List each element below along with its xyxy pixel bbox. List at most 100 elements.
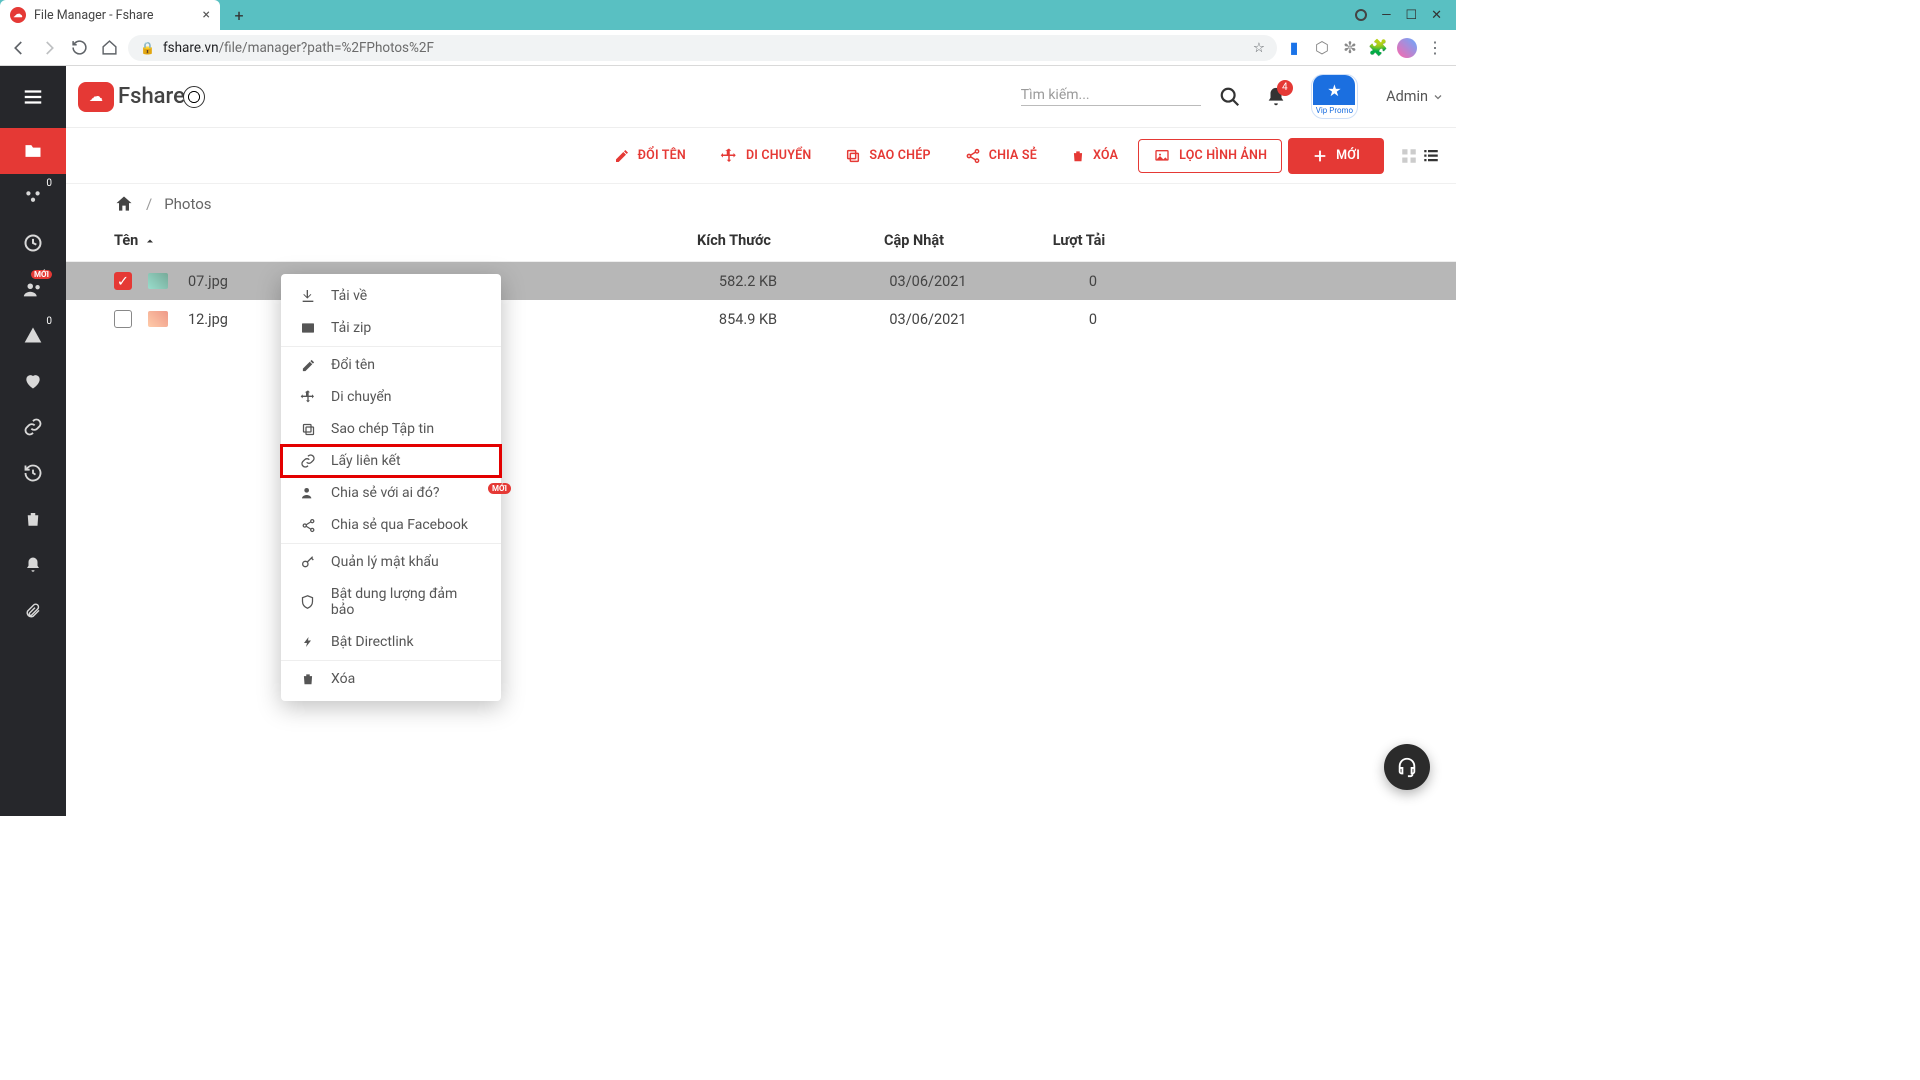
- support-fab[interactable]: [1384, 744, 1430, 790]
- browser-toolbar: 🔒 fshare.vn/file/manager?path=%2FPhotos%…: [0, 30, 1456, 66]
- extension-icons: ▮ ⬡ ✼ 🧩 ⋮: [1285, 38, 1448, 58]
- sidebar-item-history[interactable]: [0, 450, 66, 496]
- menu-hamburger-icon[interactable]: [0, 66, 66, 128]
- ctx-separator: [281, 346, 501, 347]
- sidebar-item-warning[interactable]: 0: [0, 312, 66, 358]
- ctx-share-facebook[interactable]: Chia sẻ qua Facebook: [281, 509, 501, 541]
- context-menu: Tải về Tải zip Đổi tên Di chuyển Sao ché…: [281, 274, 501, 701]
- headset-icon: [1396, 756, 1418, 778]
- extensions-puzzle-icon[interactable]: 🧩: [1369, 39, 1387, 57]
- ctx-share-with[interactable]: Chia sẻ với ai đó?MỚI: [281, 477, 501, 509]
- tab-close-icon[interactable]: ×: [203, 7, 210, 23]
- column-header-name[interactable]: Tên: [114, 232, 644, 249]
- trash-icon: [299, 671, 317, 687]
- logo-ball-icon: [183, 86, 205, 108]
- user-menu[interactable]: Admin: [1386, 88, 1444, 105]
- link-icon: [299, 453, 317, 469]
- share-button[interactable]: CHIA SẺ: [951, 140, 1051, 172]
- search-input[interactable]: [1021, 87, 1201, 103]
- grid-view-icon[interactable]: [1400, 147, 1418, 165]
- new-tab-button[interactable]: +: [226, 2, 252, 28]
- window-maximize-icon[interactable]: ☐: [1405, 8, 1417, 23]
- key-icon: [299, 554, 317, 570]
- search-icon[interactable]: [1219, 86, 1241, 108]
- file-thumbnail-icon: [148, 273, 168, 289]
- ctx-copy[interactable]: Sao chép Tập tin: [281, 413, 501, 445]
- row-checkbox[interactable]: [114, 310, 132, 328]
- filter-images-button[interactable]: LỌC HÌNH ẢNH: [1138, 139, 1282, 173]
- chevron-down-icon: [1432, 91, 1444, 103]
- person-add-icon: [299, 485, 317, 501]
- ctx-guaranteed-storage[interactable]: Bật dung lượng đảm bảo: [281, 578, 501, 626]
- window-minimize-icon[interactable]: —: [1381, 8, 1391, 23]
- column-header-size[interactable]: Kích Thước: [644, 232, 824, 249]
- ext-icon-3[interactable]: ✼: [1341, 39, 1359, 57]
- address-bar[interactable]: 🔒 fshare.vn/file/manager?path=%2FPhotos%…: [128, 35, 1277, 61]
- nav-reload-icon[interactable]: [68, 37, 90, 59]
- ctx-directlink[interactable]: Bật Directlink: [281, 626, 501, 658]
- breadcrumb-home-icon[interactable]: [114, 194, 134, 214]
- table-row[interactable]: 12.jpg 854.9 KB 03/06/2021 0: [66, 300, 1456, 338]
- sidebar-item-recent[interactable]: [0, 220, 66, 266]
- ctx-rename[interactable]: Đổi tên: [281, 349, 501, 381]
- nav-back-icon[interactable]: [8, 37, 30, 59]
- action-toolbar: ĐỔI TÊN DI CHUYỂN SAO CHÉP CHIA SẺ XÓA L…: [66, 128, 1456, 184]
- ext-icon-1[interactable]: ▮: [1285, 39, 1303, 57]
- delete-button[interactable]: XÓA: [1057, 140, 1132, 172]
- sidebar-item-friends[interactable]: 0: [0, 174, 66, 220]
- ctx-download[interactable]: Tải về: [281, 280, 501, 312]
- sidebar-item-trash[interactable]: [0, 496, 66, 542]
- table-row[interactable]: ✓ 07.jpg 582.2 KB 03/06/2021 0: [66, 262, 1456, 300]
- column-header-updated[interactable]: Cập Nhật: [824, 232, 1004, 249]
- view-toggle: [1400, 147, 1440, 165]
- move-button[interactable]: DI CHUYỂN: [706, 139, 825, 173]
- profile-avatar-icon[interactable]: [1397, 38, 1417, 58]
- vip-star-icon: ★: [1313, 75, 1355, 105]
- sidebar-item-attachments[interactable]: [0, 588, 66, 634]
- breadcrumb-current[interactable]: Photos: [164, 195, 211, 213]
- shield-icon: [299, 594, 317, 610]
- notifications-bell-icon[interactable]: 4: [1265, 86, 1287, 108]
- row-checkbox[interactable]: ✓: [114, 272, 132, 290]
- move-icon: [299, 389, 317, 405]
- file-updated: 03/06/2021: [838, 311, 1018, 328]
- rename-button[interactable]: ĐỔI TÊN: [600, 140, 700, 172]
- app-logo[interactable]: ☁ Fshare: [78, 82, 205, 112]
- sidebar-item-group[interactable]: MỚI: [0, 266, 66, 312]
- tab-favicon-icon: ☁: [10, 7, 26, 23]
- search-field[interactable]: [1021, 87, 1201, 106]
- ext-icon-2[interactable]: ⬡: [1313, 39, 1331, 57]
- sidebar-item-links[interactable]: [0, 404, 66, 450]
- ctx-get-link[interactable]: Lấy liên kết: [281, 445, 501, 477]
- browser-tab[interactable]: ☁ File Manager - Fshare ×: [0, 0, 220, 30]
- sidebar-item-files[interactable]: [0, 128, 66, 174]
- copy-icon: [299, 422, 317, 437]
- file-downloads: 0: [1018, 311, 1168, 328]
- ctx-download-zip[interactable]: Tải zip: [281, 312, 501, 344]
- window-account-icon[interactable]: [1355, 9, 1367, 21]
- list-view-icon[interactable]: [1422, 147, 1440, 165]
- browser-menu-icon[interactable]: ⋮: [1427, 38, 1444, 57]
- ctx-separator: [281, 660, 501, 661]
- breadcrumb: / Photos: [66, 184, 1456, 220]
- sidebar-item-favorites[interactable]: [0, 358, 66, 404]
- ctx-password[interactable]: Quản lý mật khẩu: [281, 546, 501, 578]
- sidebar-badge-warn: 0: [46, 316, 52, 327]
- ctx-move[interactable]: Di chuyển: [281, 381, 501, 413]
- user-label: Admin: [1386, 88, 1428, 105]
- sidebar-badge-group: MỚI: [31, 270, 52, 279]
- sidebar-item-notifications[interactable]: [0, 542, 66, 588]
- sidebar-badge-friends: 0: [46, 178, 52, 189]
- ctx-delete[interactable]: Xóa: [281, 663, 501, 695]
- vip-label: Vip Promo: [1312, 105, 1357, 116]
- archive-icon: [299, 320, 317, 336]
- column-header-downloads[interactable]: Lượt Tải: [1004, 232, 1154, 249]
- tab-title: File Manager - Fshare: [34, 8, 153, 23]
- nav-home-icon[interactable]: [98, 37, 120, 59]
- file-size: 854.9 KB: [658, 311, 838, 328]
- new-button[interactable]: MỚI: [1288, 138, 1384, 174]
- vip-promo-badge[interactable]: ★ Vip Promo: [1311, 74, 1358, 119]
- window-close-icon[interactable]: ✕: [1431, 8, 1442, 23]
- copy-button[interactable]: SAO CHÉP: [831, 140, 944, 172]
- bookmark-star-icon[interactable]: ☆: [1253, 40, 1265, 56]
